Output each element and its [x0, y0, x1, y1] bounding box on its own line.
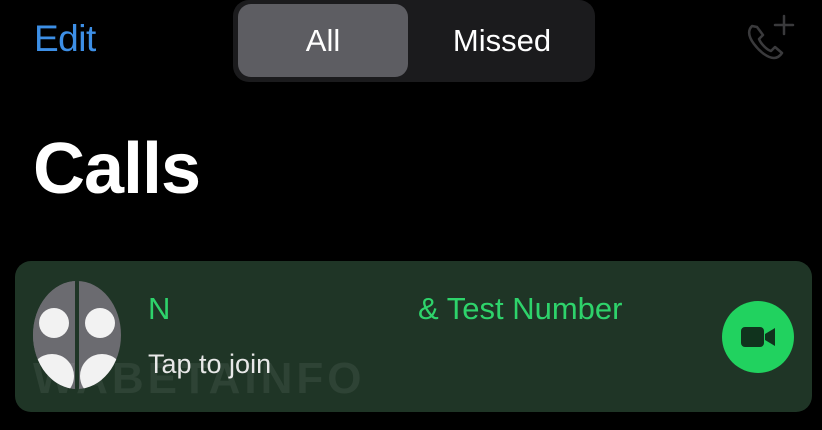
call-list-item[interactable]: N & Test Number Tap to join WABETAINFO — [15, 261, 812, 412]
video-camera-icon — [741, 327, 775, 347]
call-participant-name: N — [148, 291, 171, 326]
watermark: WABETAINFO — [33, 354, 366, 403]
page-title: Calls — [33, 129, 201, 209]
tab-all[interactable]: All — [238, 4, 408, 77]
call-participant-name-continued: & Test Number — [418, 291, 623, 326]
calls-filter-segmented-control: All Missed — [233, 0, 595, 82]
phone-plus-icon[interactable] — [740, 12, 796, 68]
join-video-call-button[interactable] — [722, 301, 794, 373]
tab-missed[interactable]: Missed — [413, 4, 591, 77]
edit-button[interactable]: Edit — [34, 18, 96, 60]
